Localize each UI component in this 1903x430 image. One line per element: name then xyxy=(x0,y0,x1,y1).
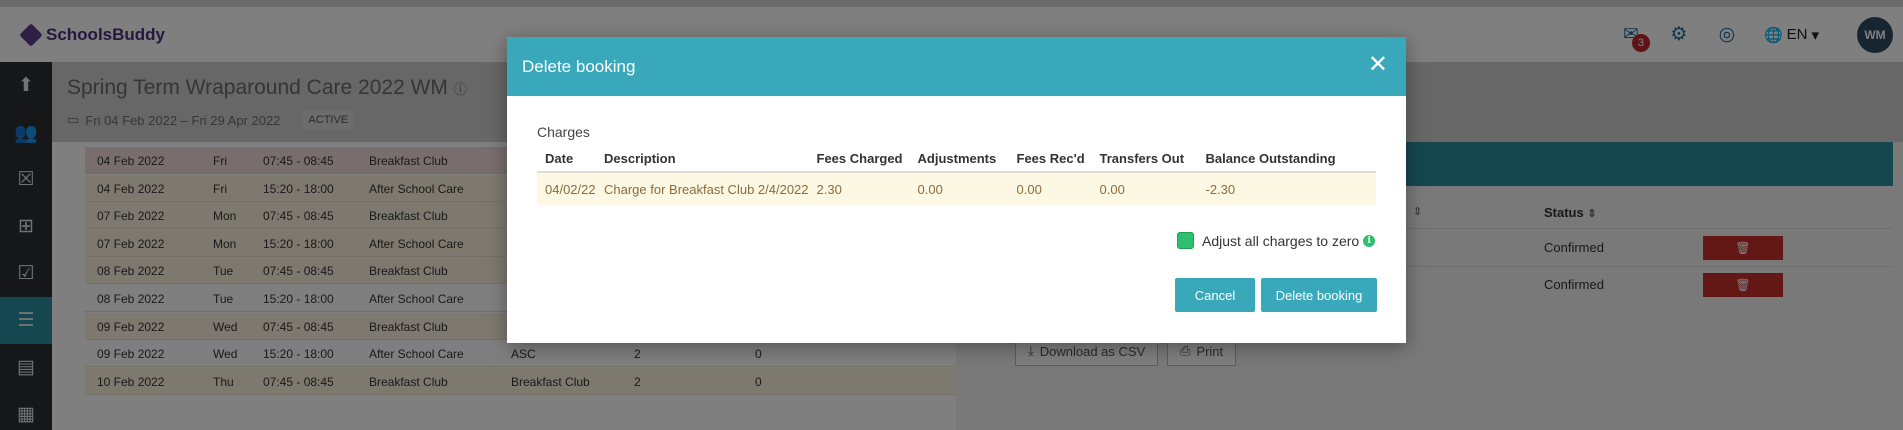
close-icon[interactable]: ✕ xyxy=(1368,53,1388,77)
column-header-fees-recd: Fees Rec'd xyxy=(1008,145,1092,173)
cell-balance: -2.30 xyxy=(1197,172,1376,205)
adjust-charges-label[interactable]: Adjust all charges to zero xyxy=(1202,233,1359,249)
cancel-button[interactable]: Cancel xyxy=(1175,278,1255,312)
cell-transfers-out: 0.00 xyxy=(1091,172,1198,205)
column-header-adjustments: Adjustments xyxy=(909,145,1009,173)
cell-fees-charged: 2.30 xyxy=(808,172,910,205)
adjust-charges-option: Adjust all charges to zero i xyxy=(1177,232,1376,249)
info-icon[interactable]: i xyxy=(1363,234,1376,247)
modal-title: Delete booking xyxy=(522,56,636,76)
cell-adjustments: 0.00 xyxy=(909,172,1009,205)
column-header-date: Date xyxy=(537,145,596,173)
adjust-charges-checkbox[interactable] xyxy=(1177,232,1194,249)
column-header-transfers-out: Transfers Out xyxy=(1091,145,1198,173)
delete-booking-button[interactable]: Delete booking xyxy=(1261,278,1377,312)
cell-date: 04/02/22 xyxy=(537,172,596,205)
delete-booking-modal: Delete booking ✕ Charges Date Descriptio… xyxy=(507,37,1406,343)
charges-table: Date Description Fees Charged Adjustment… xyxy=(537,145,1376,205)
cell-fees-recd: 0.00 xyxy=(1008,172,1092,205)
column-header-fees-charged: Fees Charged xyxy=(808,145,910,173)
column-header-balance-outstanding: Balance Outstanding xyxy=(1197,145,1376,173)
table-header-row: Date Description Fees Charged Adjustment… xyxy=(537,145,1376,173)
modal-header: Delete booking xyxy=(507,37,1406,96)
charges-label: Charges xyxy=(537,124,590,140)
cell-description: Charge for Breakfast Club 2/4/2022 xyxy=(596,172,809,205)
column-header-description: Description xyxy=(596,145,809,173)
table-row: 04/02/22 Charge for Breakfast Club 2/4/2… xyxy=(537,172,1376,205)
